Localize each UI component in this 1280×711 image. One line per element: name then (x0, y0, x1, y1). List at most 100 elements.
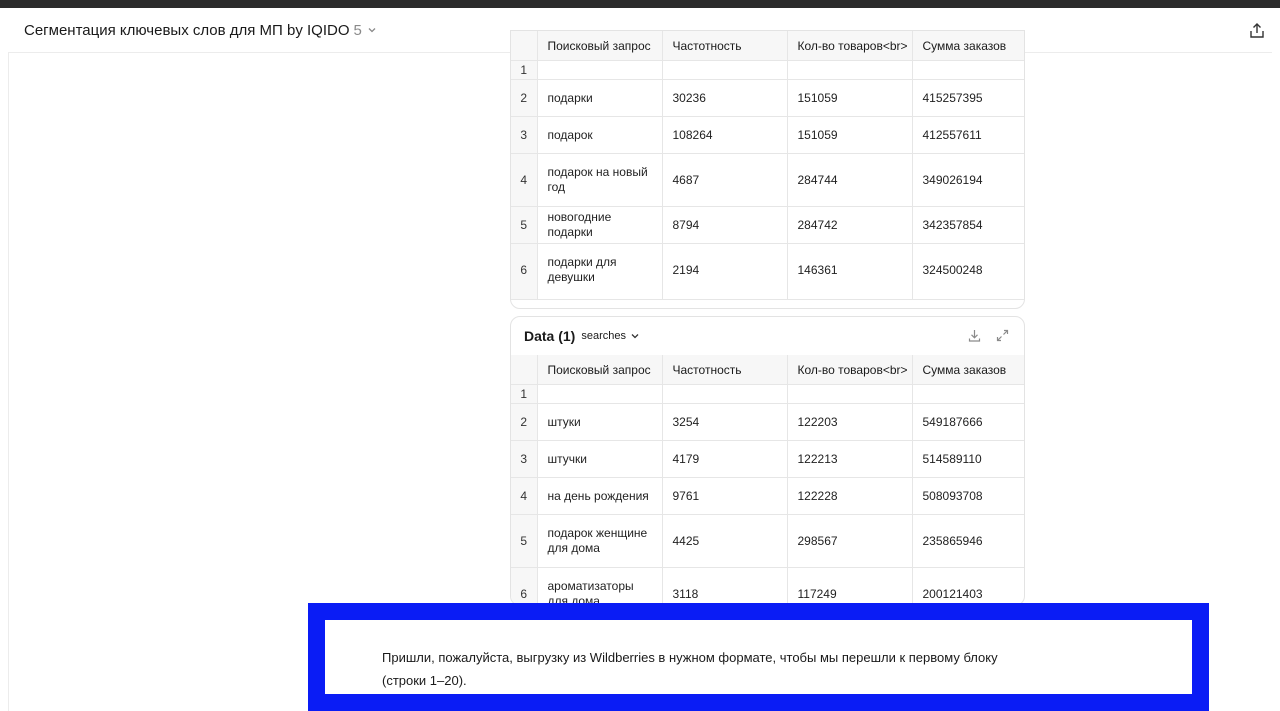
column-header[interactable]: Частотность (662, 355, 788, 385)
table-cell[interactable]: 342357854 (912, 206, 1024, 244)
table-cell[interactable] (787, 384, 913, 404)
version-number[interactable]: 5 (354, 22, 362, 39)
table-cell[interactable]: на день рождения (537, 477, 663, 515)
table-cell[interactable]: 508093708 (912, 477, 1024, 515)
data-card-2: Data (1) searches Поисковый запрос Часто… (510, 316, 1025, 606)
row-index: 3 (511, 440, 538, 478)
table-cell[interactable]: подарок на новый год (537, 153, 663, 207)
assistant-message: Пришли, пожалуйста, выгрузку из Wildberr… (382, 650, 998, 688)
table-cell[interactable]: 349026194 (912, 153, 1024, 207)
table-row: 1 (511, 60, 1024, 80)
row-index: 6 (511, 567, 538, 605)
table-cell[interactable]: подарки (537, 79, 663, 117)
table-row: 6 ароматизаторы для дома 3118 117249 200… (511, 567, 1024, 605)
highlight-frame: Пришли, пожалуйста, выгрузку из Wildberr… (308, 603, 1209, 711)
table-cell[interactable]: 8794 (662, 206, 788, 244)
table-cell[interactable]: 122213 (787, 440, 913, 478)
row-index-header (511, 31, 538, 61)
table-cell[interactable]: 412557611 (912, 116, 1024, 154)
sidebar-divider (8, 52, 9, 711)
chevron-down-icon[interactable] (367, 25, 377, 35)
column-header[interactable]: Частотность (662, 31, 788, 61)
column-header[interactable]: Сумма заказов (912, 31, 1024, 61)
table-cell[interactable]: 108264 (662, 116, 788, 154)
table-row: 3 штучки 4179 122213 514589110 (511, 440, 1024, 478)
column-header[interactable]: Поисковый запрос (537, 31, 663, 61)
table-cell[interactable] (787, 60, 913, 80)
table-cell[interactable] (537, 384, 663, 404)
table-cell[interactable]: 3118 (662, 567, 788, 605)
table-cell[interactable] (912, 60, 1024, 80)
table-cell[interactable]: ароматизаторы для дома (537, 567, 663, 605)
table-row: 2 штуки 3254 122203 549187666 (511, 403, 1024, 441)
row-index: 4 (511, 477, 538, 515)
data-table-2[interactable]: Поисковый запрос Частотность Кол-во това… (511, 355, 1024, 605)
table-cell[interactable]: штуки (537, 403, 663, 441)
table-cell[interactable]: 284744 (787, 153, 913, 207)
table-row: 5 подарок женщине для дома 4425 298567 2… (511, 514, 1024, 568)
share-icon[interactable] (1248, 22, 1266, 40)
table-cell[interactable]: 4687 (662, 153, 788, 207)
table-cell[interactable]: 235865946 (912, 514, 1024, 568)
table-cell[interactable]: 122228 (787, 477, 913, 515)
row-index: 5 (511, 514, 538, 568)
column-header[interactable]: Поисковый запрос (537, 355, 663, 385)
row-index: 4 (511, 153, 538, 207)
row-index: 1 (511, 60, 538, 80)
table-header-row: Поисковый запрос Частотность Кол-во това… (511, 355, 1024, 385)
table-row: 4 подарок на новый год 4687 284744 34902… (511, 153, 1024, 207)
window-top-strip (0, 0, 1280, 8)
table-cell[interactable]: 514589110 (912, 440, 1024, 478)
table-cell[interactable]: 549187666 (912, 403, 1024, 441)
table-cell[interactable] (537, 60, 663, 80)
table-cell[interactable]: подарок женщине для дома (537, 514, 663, 568)
column-header[interactable]: Кол-во товаров<br> (787, 355, 913, 385)
expand-icon[interactable] (995, 328, 1010, 343)
row-index: 2 (511, 79, 538, 117)
table-cell[interactable]: 30236 (662, 79, 788, 117)
table-cell[interactable]: 151059 (787, 79, 913, 117)
data-card-header: Data (1) searches (511, 317, 1024, 355)
table-cell[interactable]: 2194 (662, 243, 788, 300)
row-index: 6 (511, 243, 538, 300)
table-cell[interactable]: 117249 (787, 567, 913, 605)
table-cell[interactable]: 284742 (787, 206, 913, 244)
message-box: Пришли, пожалуйста, выгрузку из Wildberr… (325, 620, 1192, 694)
table-cell[interactable]: подарки для девушки (537, 243, 663, 300)
row-index-header (511, 355, 538, 385)
row-index: 3 (511, 116, 538, 154)
table-cell[interactable]: 122203 (787, 403, 913, 441)
row-index: 2 (511, 403, 538, 441)
table-row: 2 подарки 30236 151059 415257395 (511, 79, 1024, 117)
row-index: 5 (511, 206, 538, 244)
table-cell[interactable]: 4425 (662, 514, 788, 568)
data-table-1[interactable]: Поисковый запрос Частотность Кол-во това… (511, 31, 1024, 300)
table-cell[interactable]: 151059 (787, 116, 913, 154)
table-cell[interactable] (912, 384, 1024, 404)
table-cell[interactable]: 3254 (662, 403, 788, 441)
table-cell[interactable]: 324500248 (912, 243, 1024, 300)
table-row: 5 новогодние подарки 8794 284742 3423578… (511, 206, 1024, 244)
download-icon[interactable] (967, 328, 982, 343)
column-header[interactable]: Сумма заказов (912, 355, 1024, 385)
table-row: 4 на день рождения 9761 122228 508093708 (511, 477, 1024, 515)
table-cell[interactable]: 298567 (787, 514, 913, 568)
table-cell[interactable]: 415257395 (912, 79, 1024, 117)
table-cell[interactable]: 9761 (662, 477, 788, 515)
data-card-1: Поисковый запрос Частотность Кол-во това… (510, 30, 1025, 309)
table-cell[interactable]: подарок (537, 116, 663, 154)
column-header[interactable]: Кол-во товаров<br> (787, 31, 913, 61)
table-row: 3 подарок 108264 151059 412557611 (511, 116, 1024, 154)
row-index: 1 (511, 384, 538, 404)
table-cell[interactable]: 146361 (787, 243, 913, 300)
chevron-down-icon[interactable] (630, 331, 640, 341)
table-header-row: Поисковый запрос Частотность Кол-во това… (511, 31, 1024, 61)
table-cell[interactable]: 4179 (662, 440, 788, 478)
table-cell[interactable] (662, 60, 788, 80)
table-cell[interactable] (662, 384, 788, 404)
table-cell[interactable]: штучки (537, 440, 663, 478)
sheet-selector[interactable]: searches (581, 330, 626, 342)
conversation-title[interactable]: Сегментация ключевых слов для МП by IQID… (24, 22, 350, 39)
table-cell[interactable]: 200121403 (912, 567, 1024, 605)
table-cell[interactable]: новогодние подарки (537, 206, 663, 244)
